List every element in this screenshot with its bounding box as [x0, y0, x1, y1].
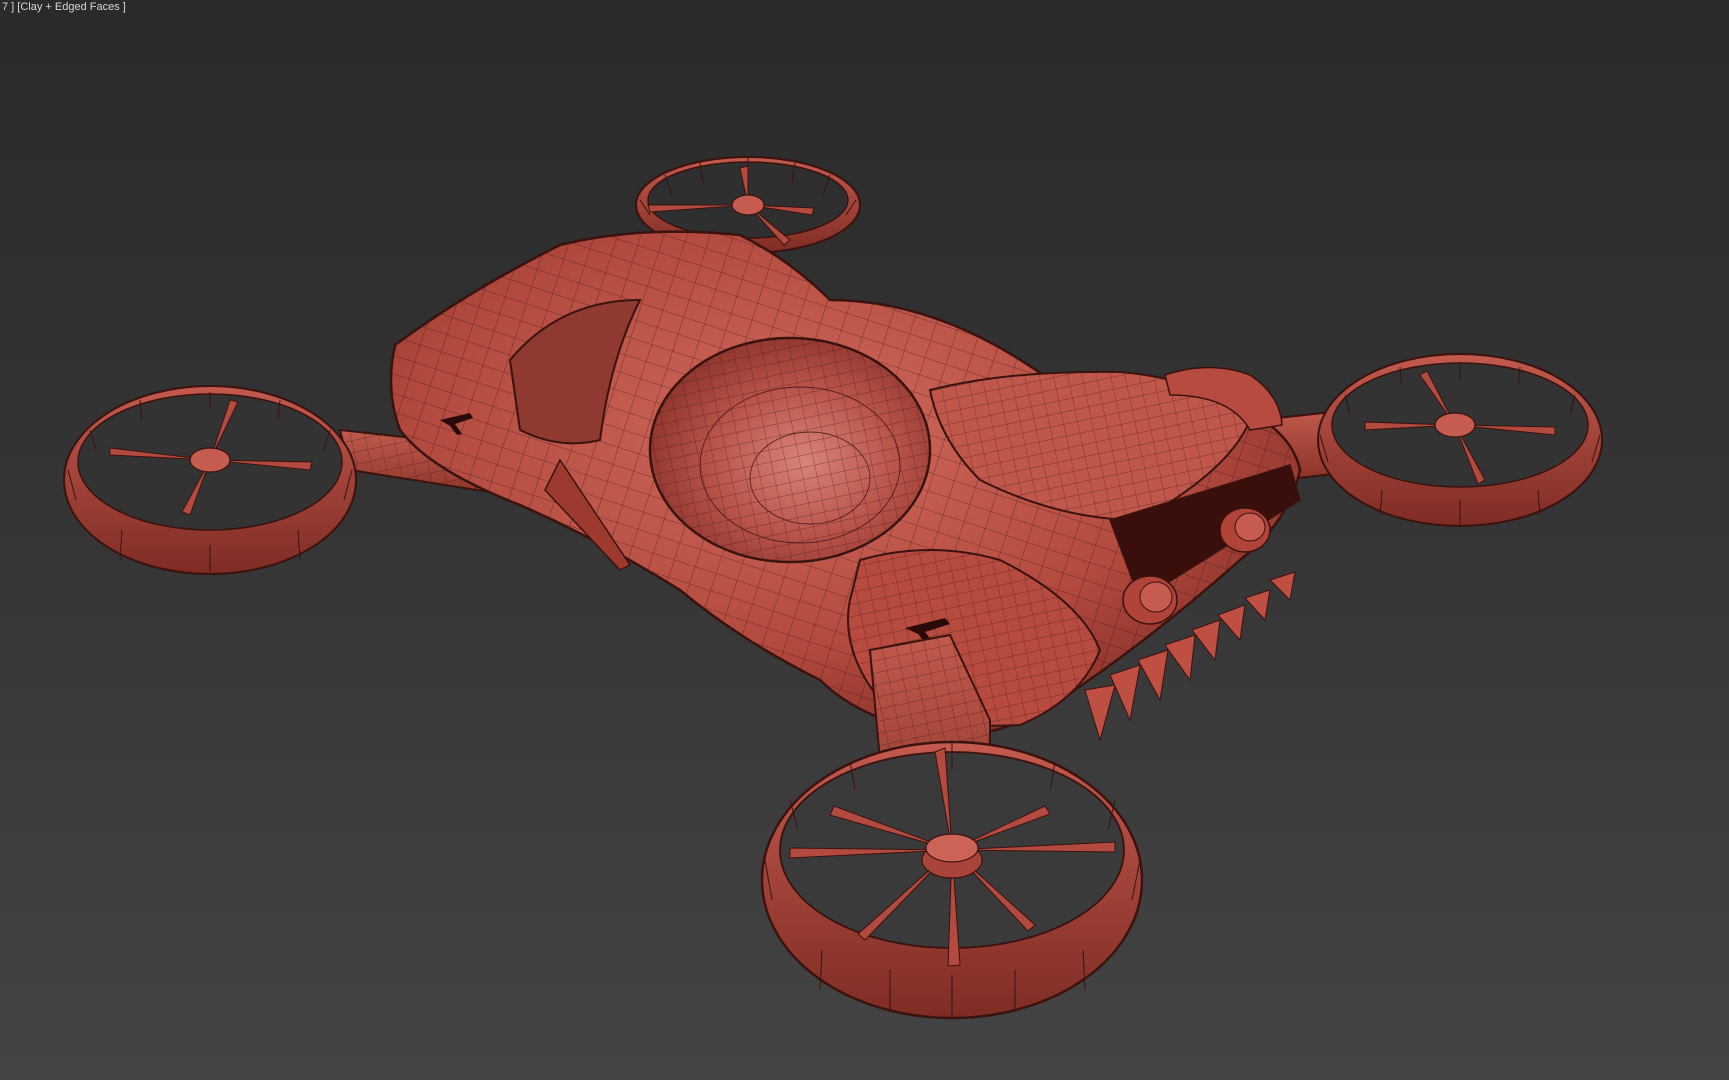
- viewport[interactable]: 7 ] [Clay + Edged Faces ]: [0, 0, 1729, 1080]
- rotor-rear-hub: [731, 194, 765, 216]
- rotor-front[interactable]: [760, 740, 1144, 1020]
- drone-mesh[interactable]: [0, 0, 1729, 1080]
- rotor-right-hub: [1434, 412, 1476, 438]
- canopy-dome[interactable]: [648, 336, 932, 564]
- thruster-lower[interactable]: [1122, 575, 1178, 625]
- viewport-label[interactable]: 7 ] [Clay + Edged Faces ]: [0, 0, 128, 14]
- rotor-right[interactable]: [1317, 353, 1603, 527]
- rotor-front-hub: [921, 833, 983, 879]
- thruster-upper[interactable]: [1219, 507, 1271, 553]
- rotor-left-hub: [189, 447, 231, 473]
- rotor-left[interactable]: [63, 385, 357, 575]
